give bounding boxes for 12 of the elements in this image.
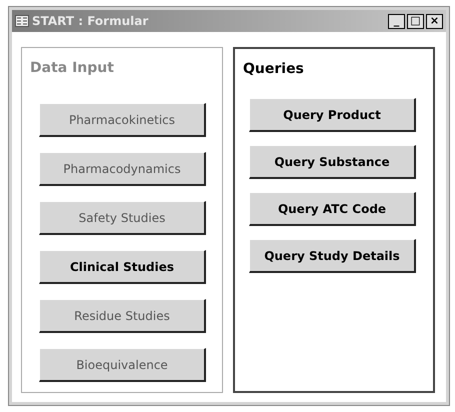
window-control-button[interactable]: _ (388, 14, 405, 28)
window-control-button[interactable]: × (426, 14, 443, 28)
section-title: Data Input (30, 59, 114, 78)
form-button[interactable]: Query Substance (249, 145, 416, 179)
form-button[interactable]: Query Product (249, 98, 416, 132)
form-button[interactable]: Clinical Studies (39, 250, 206, 284)
window-title: START : Formular (32, 13, 148, 30)
form-icon (15, 15, 29, 27)
form-button[interactable]: Query Study Details (249, 239, 416, 273)
window-control-button[interactable]: □ (407, 14, 424, 28)
section-title: Queries (243, 60, 304, 79)
form-button[interactable]: Query ATC Code (249, 192, 416, 226)
